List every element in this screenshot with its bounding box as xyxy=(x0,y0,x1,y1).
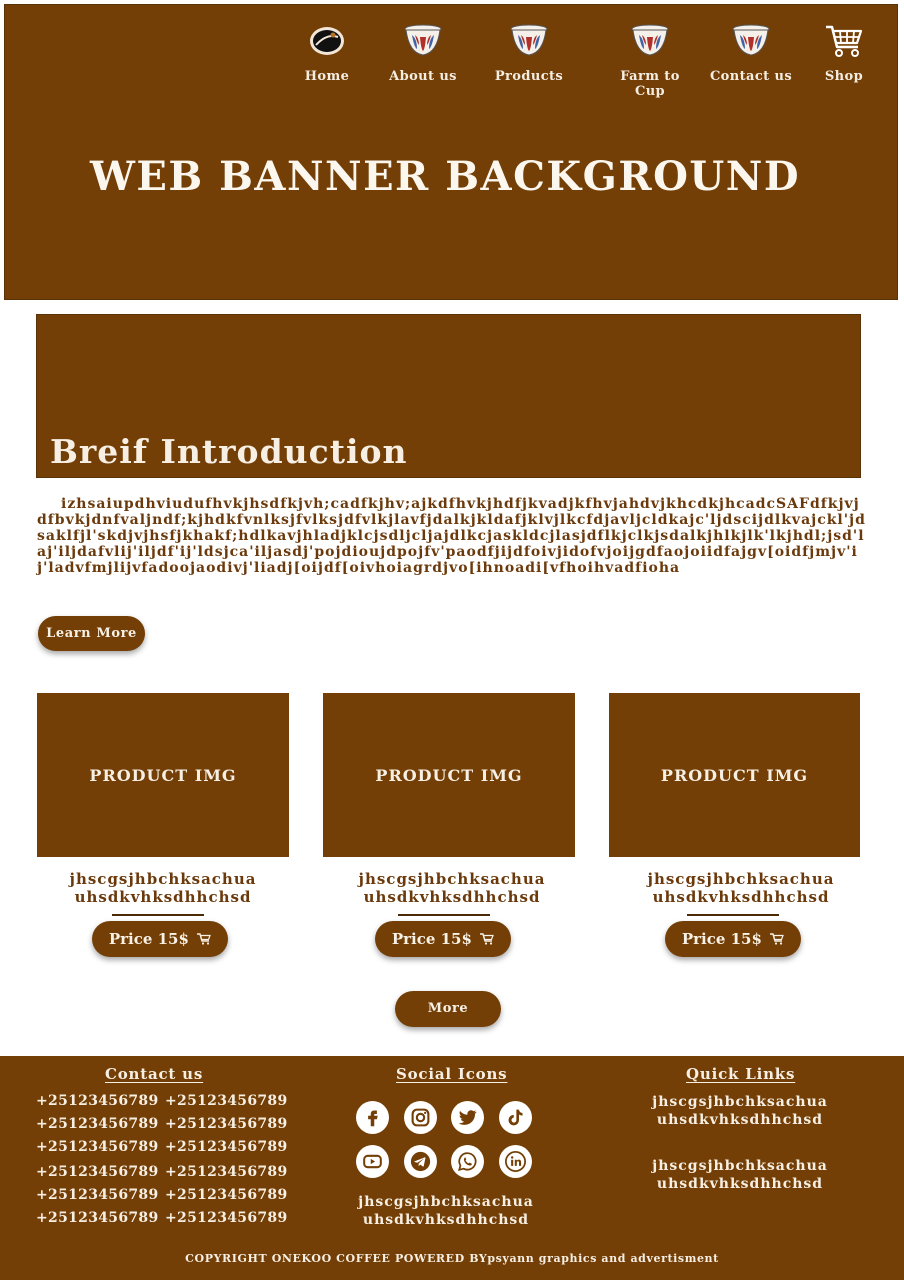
nav-item-products[interactable]: Products xyxy=(479,23,579,84)
product-image-placeholder[interactable]: PRODUCT IMG xyxy=(37,693,289,857)
tiktok-icon[interactable] xyxy=(499,1101,532,1134)
nav-label: Home xyxy=(304,69,350,84)
intro-text: izhsaiupdhviudufhvkjhsdfkjvh;cadfkjhv;aj… xyxy=(37,496,866,576)
product-desc-line: jhscgsjhbchksachua xyxy=(647,870,835,888)
quick-link-line: jhscgsjhbchksachua xyxy=(652,1094,828,1110)
nav-label: Products xyxy=(494,69,564,84)
quick-link[interactable]: jhscgsjhbchksachua uhsdkvhksdhhchsd xyxy=(644,1093,836,1129)
social-heading: Social Icons xyxy=(396,1065,508,1083)
social-description: jhscgsjhbchksachua uhsdkvhksdhhchsd xyxy=(350,1193,542,1229)
divider xyxy=(398,914,490,916)
divider xyxy=(112,914,204,916)
nav-item-about-us[interactable]: About us xyxy=(373,23,473,84)
more-button[interactable]: More xyxy=(395,991,501,1027)
nav-item-shop[interactable]: Shop xyxy=(809,23,879,84)
product-desc-line: jhscgsjhbchksachua xyxy=(69,870,257,888)
price-button[interactable]: Price 15$ xyxy=(92,921,228,957)
intro-box: Breif Introduction xyxy=(36,314,861,478)
copyright-text: COPYRIGHT ONEKOO COFFEE POWERED BYpsyann… xyxy=(185,1252,719,1265)
coffee-bean-icon xyxy=(310,27,344,55)
product-desc-line: uhsdkvhksdhhchsd xyxy=(363,888,541,906)
quick-links-heading: Quick Links xyxy=(686,1065,796,1083)
coffee-cup-icon xyxy=(631,24,669,56)
whatsapp-icon[interactable] xyxy=(451,1145,484,1178)
phone-number[interactable]: +25123456789 xyxy=(36,1116,158,1132)
phone-number[interactable]: +25123456789 xyxy=(165,1139,287,1155)
contact-heading: Contact us xyxy=(105,1065,204,1083)
coffee-cup-icon xyxy=(510,24,548,56)
phone-number[interactable]: +25123456789 xyxy=(165,1210,287,1226)
twitter-icon[interactable] xyxy=(451,1101,484,1134)
price-label: Price 15$ xyxy=(681,930,762,948)
product-desc-line: uhsdkvhksdhhchsd xyxy=(74,888,252,906)
banner-title: WEB BANNER BACKGROUND xyxy=(89,153,801,200)
nav-label: Contact us xyxy=(709,69,793,84)
phone-number[interactable]: +25123456789 xyxy=(165,1187,287,1203)
facebook-icon[interactable] xyxy=(356,1101,389,1134)
shopping-cart-icon xyxy=(826,25,863,57)
footer: Contact us +25123456789 +25123456789 +25… xyxy=(0,1056,904,1280)
cart-icon xyxy=(480,933,495,945)
quick-link-line: uhsdkvhksdhhchsd xyxy=(656,1112,824,1128)
cart-icon xyxy=(770,933,785,945)
product-description: jhscgsjhbchksachua uhsdkvhksdhhchsd xyxy=(37,870,289,906)
price-button[interactable]: Price 15$ xyxy=(665,921,801,957)
product-description: jhscgsjhbchksachua uhsdkvhksdhhchsd xyxy=(615,870,867,906)
learn-more-button[interactable]: Learn More xyxy=(38,616,145,651)
quick-link-line: jhscgsjhbchksachua xyxy=(652,1158,828,1174)
quick-link[interactable]: jhscgsjhbchksachua uhsdkvhksdhhchsd xyxy=(644,1157,836,1193)
price-label: Price 15$ xyxy=(108,930,189,948)
phone-number[interactable]: +25123456789 xyxy=(165,1164,287,1180)
coffee-cup-icon xyxy=(732,24,770,56)
phone-number[interactable]: +25123456789 xyxy=(36,1187,158,1203)
phone-number[interactable]: +25123456789 xyxy=(165,1116,287,1132)
youtube-icon[interactable] xyxy=(356,1145,389,1178)
phone-number[interactable]: +25123456789 xyxy=(165,1093,287,1109)
linkedin-icon[interactable] xyxy=(499,1145,532,1178)
price-button[interactable]: Price 15$ xyxy=(375,921,511,957)
intro-title: Breif Introduction xyxy=(50,432,408,471)
nav-label: About us xyxy=(389,69,457,84)
nav-label: Farm to Cup xyxy=(620,69,680,99)
nav-item-farm-to-cup[interactable]: Farm to Cup xyxy=(599,23,701,99)
product-desc-line: uhsdkvhksdhhchsd xyxy=(652,888,830,906)
price-label: Price 15$ xyxy=(391,930,472,948)
cart-icon xyxy=(197,933,212,945)
product-image-placeholder[interactable]: PRODUCT IMG xyxy=(323,693,575,857)
telegram-icon[interactable] xyxy=(404,1145,437,1178)
instagram-icon[interactable] xyxy=(404,1101,437,1134)
phone-number[interactable]: +25123456789 xyxy=(36,1164,158,1180)
nav-label: Shop xyxy=(824,69,864,84)
quick-link-line: uhsdkvhksdhhchsd xyxy=(656,1176,824,1192)
product-desc-line: jhscgsjhbchksachua xyxy=(358,870,546,888)
social-text-line: jhscgsjhbchksachua xyxy=(358,1194,534,1210)
social-text-line: uhsdkvhksdhhchsd xyxy=(362,1212,530,1228)
phone-number[interactable]: +25123456789 xyxy=(36,1093,158,1109)
nav-item-home[interactable]: Home xyxy=(277,23,377,84)
product-image-placeholder[interactable]: PRODUCT IMG xyxy=(609,693,860,857)
header-banner: Home About us Products Farm to Cup Conta… xyxy=(4,4,898,300)
phone-number[interactable]: +25123456789 xyxy=(36,1139,158,1155)
product-description: jhscgsjhbchksachua uhsdkvhksdhhchsd xyxy=(326,870,578,906)
divider xyxy=(687,914,779,916)
nav-item-contact-us[interactable]: Contact us xyxy=(701,23,801,84)
coffee-cup-icon xyxy=(404,24,442,56)
phone-number[interactable]: +25123456789 xyxy=(36,1210,158,1226)
